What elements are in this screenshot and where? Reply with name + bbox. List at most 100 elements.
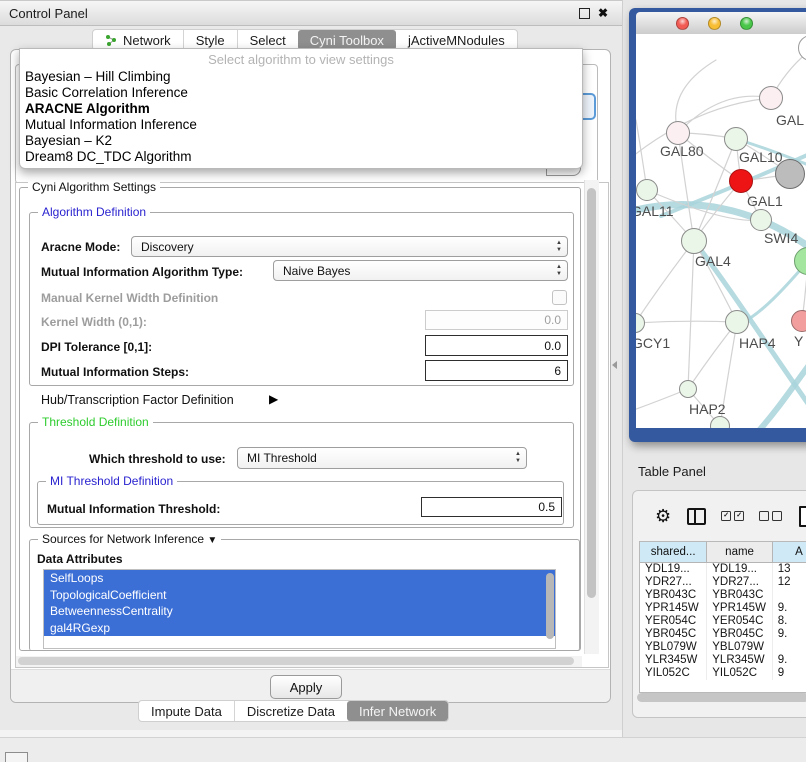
which-threshold-select[interactable]: MI Threshold ▲▼ xyxy=(237,447,527,469)
network-window-titlebar xyxy=(636,12,806,35)
network-canvas[interactable]: GALGAL80GAL10GAL1GAL11SWI4GAL4GCY1HAP4YH… xyxy=(636,34,806,428)
combo-arrows-icon: ▲▼ xyxy=(556,264,562,277)
sources-expanded-arrow-icon[interactable]: ▼ xyxy=(207,535,217,546)
cyni-algorithm-settings-title: Cyni Algorithm Settings xyxy=(28,180,160,194)
table-cell xyxy=(773,641,806,654)
gear-icon[interactable]: ⚙ xyxy=(655,506,671,527)
hub-definition-label[interactable]: Hub/Transcription Factor Definition xyxy=(41,393,234,407)
tab-label: jActiveMNodules xyxy=(408,33,505,48)
table-cell: 9 xyxy=(773,667,806,680)
attribute-item-selfloops[interactable]: SelfLoops xyxy=(44,570,555,587)
float-window-icon[interactable] xyxy=(579,8,590,19)
bottom-tab-bar: Impute Data Discretize Data Infer Network xyxy=(138,700,449,722)
select-all-columns-icon[interactable]: ✓✓ xyxy=(721,511,744,521)
manual-kernel-label: Manual Kernel Width Definition xyxy=(41,291,218,305)
panel-splitter-arrow-icon[interactable] xyxy=(612,361,617,369)
close-window-icon[interactable]: ✖ xyxy=(598,7,608,19)
network-node-y[interactable] xyxy=(791,310,806,332)
node-label-hap2: HAP2 xyxy=(689,401,726,417)
table-cell: YBR043C xyxy=(640,589,707,602)
hub-collapsed-arrow-icon[interactable]: ▶ xyxy=(269,392,278,406)
table-column-header-a[interactable]: A xyxy=(773,542,806,562)
tab-label: Cyni Toolbox xyxy=(310,33,384,48)
mi-steps-input[interactable]: 6 xyxy=(425,360,568,381)
tab-select[interactable]: Select xyxy=(237,30,298,50)
dropdown-option-bayesian-hill-climbing[interactable]: Bayesian – Hill Climbing xyxy=(25,69,171,84)
dropdown-option-mutual-information-inference[interactable]: Mutual Information Inference xyxy=(25,117,197,132)
network-tab-icon xyxy=(105,34,118,47)
table-row[interactable]: YBR045CYBR045C9. xyxy=(640,628,806,641)
column-browser-icon[interactable] xyxy=(687,508,706,525)
network-node-gal4[interactable] xyxy=(681,228,707,254)
network-view-window: GALGAL80GAL10GAL1GAL11SWI4GAL4GCY1HAP4YH… xyxy=(629,8,806,442)
tab-label: Network xyxy=(123,33,171,48)
network-node-swi4[interactable] xyxy=(750,209,772,231)
mac-minimize-icon[interactable] xyxy=(708,17,721,30)
dropdown-option-bayesian-k2[interactable]: Bayesian – K2 xyxy=(25,133,112,148)
table-cell: YPR145W xyxy=(640,602,707,615)
table-row[interactable]: YDR27...YDR27...12 xyxy=(640,576,806,589)
attribute-item-betweennesscentrality[interactable]: BetweennessCentrality xyxy=(44,603,555,620)
network-node-gal80[interactable] xyxy=(666,121,690,145)
dpi-tolerance-input[interactable]: 0.0 xyxy=(425,335,568,356)
aracne-mode-select[interactable]: Discovery ▲▼ xyxy=(131,236,568,257)
network-node-gal10[interactable] xyxy=(724,127,748,151)
attribute-item-topologicalcoefficient[interactable]: TopologicalCoefficient xyxy=(44,587,555,604)
dpi-tolerance-label: DPI Tolerance [0,1]: xyxy=(41,340,152,354)
tab-impute-data[interactable]: Impute Data xyxy=(139,701,234,721)
attribute-item-gal4rgexp[interactable]: gal4RGexp xyxy=(44,620,555,637)
network-node-gal[interactable] xyxy=(759,86,783,110)
network-node-hap4[interactable] xyxy=(725,310,749,334)
deselect-all-columns-icon[interactable] xyxy=(759,511,782,521)
table-row[interactable]: YLR345WYLR345W9. xyxy=(640,654,806,667)
node-label-gal4: GAL4 xyxy=(695,253,731,269)
settings-horizontal-scrollbar[interactable] xyxy=(16,656,582,667)
table-column-header-name[interactable]: name xyxy=(707,542,773,562)
tab-discretize-data[interactable]: Discretize Data xyxy=(234,701,347,721)
network-node-gal1[interactable] xyxy=(729,169,753,193)
table-cell: YBR045C xyxy=(640,628,707,641)
tab-style[interactable]: Style xyxy=(183,30,237,50)
table-cell: YBL079W xyxy=(707,641,773,654)
network-node-hap2[interactable] xyxy=(679,380,697,398)
settings-vertical-scrollbar[interactable] xyxy=(584,180,599,654)
table-row[interactable]: YER054CYER054C8. xyxy=(640,615,806,628)
network-node-gal11[interactable] xyxy=(636,179,658,201)
table-cell: 9. xyxy=(773,654,806,667)
dropdown-option-aracne-algorithm[interactable]: ARACNE Algorithm xyxy=(25,101,150,116)
table-row[interactable]: YBL079WYBL079W xyxy=(640,641,806,654)
table-row[interactable]: YIL052CYIL052C9 xyxy=(640,667,806,680)
data-attributes-list[interactable]: SelfLoopsTopologicalCoefficientBetweenne… xyxy=(43,569,556,649)
mac-close-icon[interactable] xyxy=(676,17,689,30)
tab-label: Discretize Data xyxy=(247,704,335,719)
export-table-icon[interactable] xyxy=(799,506,806,527)
tab-network[interactable]: Network xyxy=(93,30,183,50)
mi-type-select[interactable]: Naive Bayes ▲▼ xyxy=(273,260,568,281)
table-row[interactable]: YPR145WYPR145W9. xyxy=(640,602,806,615)
collapsed-panel-icon[interactable] xyxy=(5,752,28,762)
table-column-header-shared[interactable]: shared... xyxy=(640,542,707,562)
table-row[interactable]: YBR043CYBR043C xyxy=(640,589,806,602)
which-threshold-value: MI Threshold xyxy=(247,451,317,465)
control-panel-window: Control Panel ✖ NetworkStyleSelectCyni T… xyxy=(0,0,622,730)
mac-zoom-icon[interactable] xyxy=(740,17,753,30)
mi-threshold-input[interactable]: 0.5 xyxy=(421,497,562,517)
table-row[interactable]: YDL19...YDL19...13 xyxy=(640,563,806,576)
node-label-swi4: SWI4 xyxy=(764,230,798,246)
dropdown-option-basic-correlation-inference[interactable]: Basic Correlation Inference xyxy=(25,85,188,100)
node-label-gal1: GAL1 xyxy=(747,193,783,209)
apply-button[interactable]: Apply xyxy=(270,675,342,699)
table-cell: YLR345W xyxy=(640,654,707,667)
tab-infer-network[interactable]: Infer Network xyxy=(347,701,448,721)
right-area: GALGAL80GAL10GAL1GAL11SWI4GAL4GCY1HAP4YH… xyxy=(622,0,806,762)
dropdown-option-dream8-dc-tdc-algorithm[interactable]: Dream8 DC_TDC Algorithm xyxy=(25,149,192,164)
attributes-scrollbar[interactable] xyxy=(545,571,555,645)
tab-label: Select xyxy=(250,33,286,48)
table-panel-title: Table Panel xyxy=(638,464,706,479)
tab-jactivemnodules[interactable]: jActiveMNodules xyxy=(396,30,517,50)
manual-kernel-checkbox[interactable] xyxy=(552,290,567,305)
table-cell: YBL079W xyxy=(640,641,707,654)
tab-cyni-toolbox[interactable]: Cyni Toolbox xyxy=(298,30,396,50)
kernel-width-input[interactable]: 0.0 xyxy=(425,310,568,330)
table-horizontal-scrollbar[interactable] xyxy=(637,692,806,703)
